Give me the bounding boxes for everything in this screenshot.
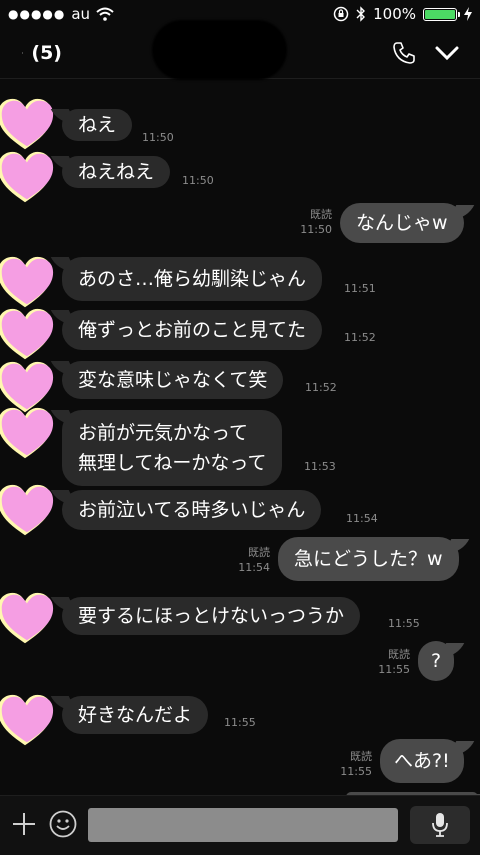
message-bubble: へあ?! (380, 739, 464, 783)
phone-icon[interactable] (391, 40, 417, 66)
charging-icon (464, 7, 472, 21)
battery-percent: 100% (373, 5, 416, 23)
heart-avatar-icon[interactable] (0, 479, 56, 541)
message-bubble: 俺ずっとお前のこと見てた (62, 310, 323, 350)
read-receipt: 既読 (350, 750, 372, 763)
read-receipt: 既読 (248, 546, 270, 559)
message-bubble: お前泣いてる時多いじゃん (62, 490, 322, 530)
battery-icon (423, 7, 460, 21)
bluetooth-icon (356, 6, 366, 22)
message-line: 無理してねーかなって (78, 452, 267, 474)
chat-header: (5) (0, 20, 480, 80)
message-time: 11:52 (344, 331, 376, 344)
message-bubble: ? (418, 641, 455, 681)
message-bubble: ねえねえ (62, 156, 171, 188)
signal-indicator: ●●●●● (8, 7, 66, 21)
read-receipt: 既読 (388, 648, 410, 661)
message-bubble: 変な意味じゃなくて笑 (62, 361, 284, 399)
message-time: 11:54 (346, 512, 378, 525)
message-time: 11:55 (388, 617, 420, 630)
message-time: 11:52 (305, 381, 337, 394)
plus-icon[interactable] (10, 810, 38, 838)
message-time: 11:55 (224, 716, 256, 729)
message-time: 11:53 (304, 460, 336, 473)
message-input[interactable] (88, 808, 398, 842)
carrier-label: au (71, 5, 91, 23)
message-bubble: 好きなんだよ (62, 696, 209, 734)
rotation-lock-icon (333, 6, 349, 22)
message-time: 11:55 (378, 663, 410, 676)
heart-avatar-icon[interactable] (0, 402, 56, 464)
heart-avatar-icon[interactable] (0, 587, 56, 649)
message-bubble: お前が元気かなって 無理してねーかなって (62, 410, 283, 486)
voice-button[interactable] (410, 806, 470, 844)
heart-avatar-icon[interactable] (0, 689, 56, 751)
redacted-contact-name (152, 20, 287, 80)
heart-avatar-icon[interactable] (0, 146, 56, 208)
emoji-icon[interactable] (48, 809, 78, 839)
unread-count: (5) (31, 42, 62, 64)
wifi-icon (96, 7, 114, 21)
message-time: 11:51 (344, 282, 376, 295)
message-bubble: あのさ…俺ら幼馴染じゃん (62, 257, 323, 301)
microphone-icon (432, 813, 448, 837)
chevron-down-icon[interactable] (434, 40, 460, 66)
read-receipt: 既読 (310, 208, 332, 221)
message-time: 11:50 (182, 174, 214, 187)
chat-messages: ねえ 11:50 ねえねえ 11:50 既読 11:50 なんじゃw あのさ…俺… (0, 79, 480, 795)
message-line: お前が元気かなって (78, 422, 249, 444)
message-bubble: 要するにほっとけないっつうか (62, 597, 361, 635)
message-bubble: ねえ (62, 109, 133, 141)
message-time: 11:54 (238, 561, 270, 574)
message-bubble: 急にどうした？w (278, 537, 459, 581)
message-time: 11:50 (300, 223, 332, 236)
message-time: 11:55 (340, 765, 372, 778)
back-button[interactable]: (5) (22, 38, 62, 68)
message-bubble: なんじゃw (340, 203, 464, 243)
message-time: 11:50 (142, 131, 174, 144)
chevron-left-icon (22, 51, 24, 55)
message-input-bar (0, 795, 480, 855)
